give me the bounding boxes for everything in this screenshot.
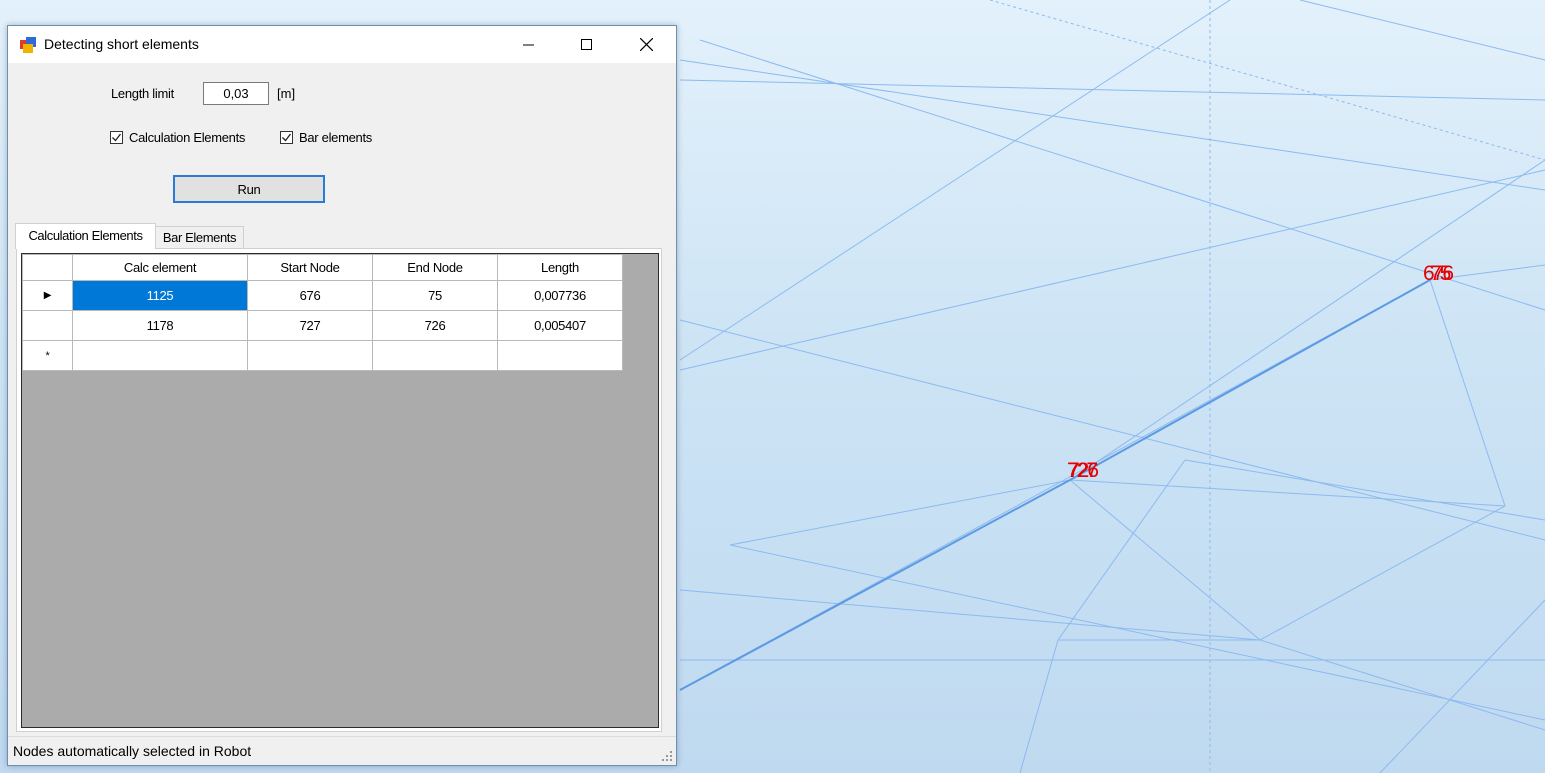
close-button[interactable] <box>617 26 675 63</box>
status-bar: Nodes automatically selected in Robot <box>8 736 676 765</box>
close-icon <box>639 38 653 51</box>
checkmark-icon <box>282 133 292 142</box>
length-limit-label: Length limit <box>111 86 174 101</box>
tab-calculation-elements[interactable]: Calculation Elements <box>15 223 156 249</box>
resize-grip-icon[interactable] <box>661 750 673 762</box>
node-label-group: 727 726 <box>1067 459 1099 483</box>
table-cell[interactable]: 0,005407 <box>497 310 623 341</box>
tab-bar-elements[interactable]: Bar Elements <box>155 226 244 249</box>
table-cell[interactable]: 726 <box>372 310 498 341</box>
table-cell[interactable]: 75 <box>372 280 498 311</box>
minimize-button[interactable] <box>500 26 558 63</box>
table-cell[interactable]: 1125 <box>72 280 248 311</box>
checkbox-box[interactable] <box>110 131 123 144</box>
checkbox-box[interactable] <box>280 131 293 144</box>
calculation-elements-checkbox-label: Calculation Elements <box>129 130 246 145</box>
row-header-corner[interactable] <box>22 254 73 281</box>
table-cell[interactable] <box>247 340 373 371</box>
table-cell[interactable]: 676 <box>247 280 373 311</box>
table-header-row: Calc element Start Node End Node Length <box>22 254 623 281</box>
maximize-icon <box>581 38 592 50</box>
row-header[interactable] <box>22 310 73 341</box>
node-label: 75 <box>1430 262 1451 285</box>
column-header-start-node[interactable]: Start Node <box>247 254 373 281</box>
status-text: Nodes automatically selected in Robot <box>13 743 252 759</box>
maximize-button[interactable] <box>558 26 616 63</box>
row-header-current-row-icon[interactable]: ▶ <box>22 280 73 311</box>
results-grid[interactable]: Calc element Start Node End Node Length … <box>21 253 659 728</box>
table-cell[interactable] <box>72 340 248 371</box>
length-unit-label: [m] <box>277 86 296 101</box>
node-label-group: 676 75 <box>1423 262 1454 286</box>
calculation-elements-checkbox[interactable]: Calculation Elements <box>110 130 245 145</box>
column-header-calc-element[interactable]: Calc element <box>72 254 248 281</box>
detecting-short-elements-dialog: Detecting short elements Length limit [m… <box>7 25 677 766</box>
table-cell[interactable] <box>372 340 498 371</box>
table-cell[interactable]: 727 <box>247 310 373 341</box>
bar-elements-checkbox[interactable]: Bar elements <box>280 130 372 145</box>
table-cell[interactable]: 0,007736 <box>497 280 623 311</box>
column-header-end-node[interactable]: End Node <box>372 254 498 281</box>
bar-elements-checkbox-label: Bar elements <box>299 130 372 145</box>
column-header-length[interactable]: Length <box>497 254 623 281</box>
run-button[interactable]: Run <box>173 175 325 203</box>
table-cell[interactable] <box>497 340 623 371</box>
row-header-new-row-icon[interactable]: * <box>22 340 73 371</box>
table-cell[interactable]: 1178 <box>72 310 248 341</box>
title-bar[interactable]: Detecting short elements <box>8 26 676 63</box>
table-row[interactable]: ▶ 1125 676 75 0,007736 <box>22 280 623 311</box>
app-icon <box>20 37 36 53</box>
minimize-icon <box>523 44 534 45</box>
table-row[interactable]: 1178 727 726 0,005407 <box>22 310 623 341</box>
checkmark-icon <box>112 133 122 142</box>
node-label: 726 <box>1068 459 1099 482</box>
window-title: Detecting short elements <box>44 36 199 52</box>
results-table: Calc element Start Node End Node Length … <box>22 254 623 371</box>
length-limit-input[interactable] <box>203 82 269 105</box>
table-row-new[interactable]: * <box>22 340 623 371</box>
